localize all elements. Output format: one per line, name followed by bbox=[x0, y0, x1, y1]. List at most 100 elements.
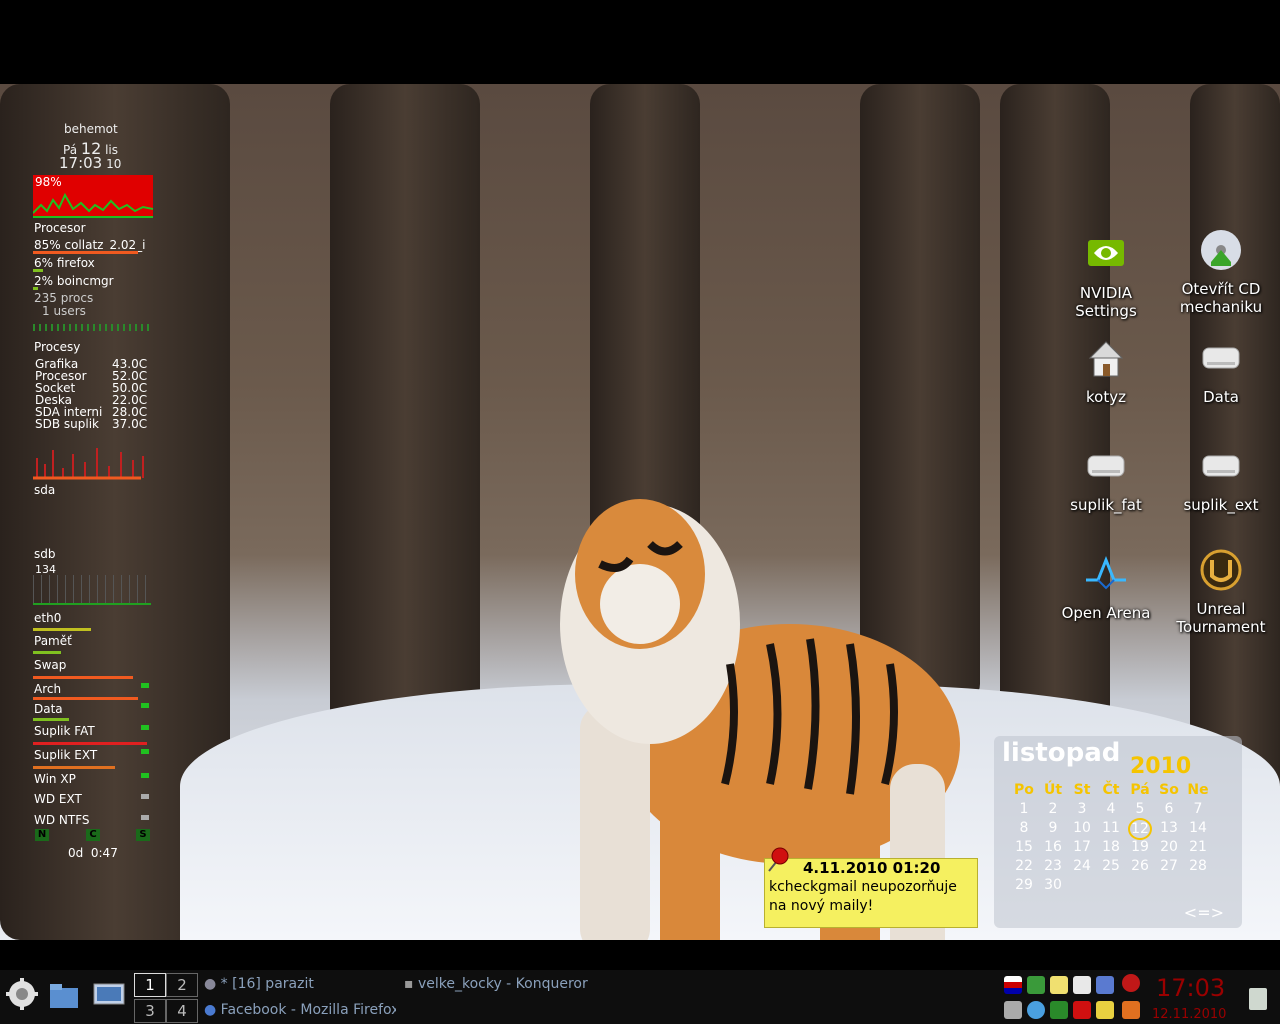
unreal-icon bbox=[1200, 549, 1242, 591]
eth-bar bbox=[33, 628, 91, 631]
memory-label: Paměť bbox=[34, 634, 72, 648]
disk-mount-icon[interactable] bbox=[1050, 1001, 1068, 1019]
uptime: 0d 0:47 bbox=[68, 846, 118, 860]
icon-label: mechaniku bbox=[1179, 298, 1263, 316]
calendar-day[interactable]: 4 bbox=[1097, 801, 1125, 817]
sdb-graph bbox=[33, 575, 151, 605]
trash-icon[interactable] bbox=[1249, 988, 1267, 1010]
weekday-header: St bbox=[1073, 782, 1091, 798]
sda-graph bbox=[33, 448, 144, 480]
calendar-day[interactable]: 16 bbox=[1039, 839, 1067, 855]
sticky-note[interactable]: 4.11.2010 01:20 kcheckgmail neupozorňuje… bbox=[764, 847, 978, 928]
desktop-icon-unreal-tournament[interactable]: Unreal Tournament bbox=[1166, 548, 1276, 636]
desktop-icon-nvidia[interactable]: NVIDIA Settings bbox=[1051, 232, 1161, 320]
top-bar bbox=[33, 251, 138, 254]
calendar-today[interactable]: 12 bbox=[1128, 818, 1152, 840]
calendar-day[interactable]: 19 bbox=[1126, 839, 1154, 855]
desktop-2-button[interactable]: 2 bbox=[166, 973, 198, 997]
show-desktop-icon[interactable] bbox=[92, 982, 126, 1010]
disk-bar bbox=[33, 676, 133, 679]
calendar-day[interactable]: 21 bbox=[1184, 839, 1212, 855]
calendar-day[interactable]: 13 bbox=[1155, 820, 1183, 836]
calendar-day[interactable]: 11 bbox=[1097, 820, 1125, 836]
taskbar-clock[interactable]: 17:03 bbox=[1156, 974, 1225, 1002]
calendar-day[interactable]: 25 bbox=[1097, 858, 1125, 874]
calendar-day[interactable]: 27 bbox=[1155, 858, 1183, 874]
taskbar-date: 12.11.2010 bbox=[1152, 1007, 1227, 1022]
top-process-3: 2% boincmgr bbox=[34, 274, 114, 288]
calendar-day[interactable]: 2 bbox=[1039, 801, 1067, 817]
calendar-day[interactable]: 9 bbox=[1039, 820, 1067, 836]
calendar-day[interactable]: 5 bbox=[1126, 801, 1154, 817]
clipboard-icon[interactable] bbox=[1073, 976, 1091, 994]
calendar-day[interactable]: 1 bbox=[1010, 801, 1038, 817]
desktop-switch-icon[interactable] bbox=[1096, 976, 1114, 994]
disk-led bbox=[141, 749, 149, 754]
calendar-day[interactable]: 17 bbox=[1068, 839, 1096, 855]
desktop-icon-suplik-ext[interactable]: suplik_ext bbox=[1166, 444, 1276, 514]
calendar-day[interactable]: 7 bbox=[1184, 801, 1212, 817]
note-line: kcheckgmail neupozorňuje bbox=[769, 879, 957, 895]
calendar-day[interactable]: 18 bbox=[1097, 839, 1125, 855]
calendar-day[interactable]: 26 bbox=[1126, 858, 1154, 874]
calendar-day[interactable]: 23 bbox=[1039, 858, 1067, 874]
sticky-notes-icon[interactable] bbox=[1096, 1001, 1114, 1019]
top-bar bbox=[33, 269, 43, 272]
desktop-icon-suplik-fat[interactable]: suplik_fat bbox=[1051, 444, 1161, 514]
file-manager-icon[interactable] bbox=[48, 982, 80, 1010]
calendar-nav[interactable]: <=> bbox=[1184, 903, 1224, 922]
calendar-day[interactable]: 29 bbox=[1010, 877, 1038, 893]
volume-icon[interactable] bbox=[1004, 1001, 1022, 1019]
notes-icon[interactable] bbox=[1050, 976, 1068, 994]
chat-icon: ● bbox=[204, 976, 217, 992]
disk-bar bbox=[33, 697, 138, 700]
desktop-icon-kotyz[interactable]: kotyz bbox=[1051, 336, 1161, 406]
disk-led bbox=[141, 815, 149, 820]
boinc-icon[interactable] bbox=[1122, 1001, 1140, 1019]
desktop-1-button[interactable]: 1 bbox=[134, 973, 166, 997]
calendar-day[interactable]: 14 bbox=[1184, 820, 1212, 836]
desktop-icon-open-cd[interactable]: Otevřít CD mechaniku bbox=[1166, 228, 1276, 316]
desktop-icon-open-arena[interactable]: Open Arena bbox=[1051, 552, 1161, 622]
task-firefox[interactable]: ● Facebook - Mozilla Firefox bbox=[204, 1002, 396, 1018]
calendar-day[interactable]: 3 bbox=[1068, 801, 1096, 817]
disk-led bbox=[141, 703, 149, 708]
calendar-day[interactable]: 30 bbox=[1039, 877, 1067, 893]
desktop-4-button[interactable]: 4 bbox=[166, 999, 198, 1023]
note-line: na nový maily! bbox=[769, 898, 874, 914]
power-icon[interactable] bbox=[1122, 974, 1140, 992]
kde-menu-icon[interactable] bbox=[6, 978, 38, 1010]
network-icon[interactable] bbox=[1027, 976, 1045, 994]
icon-label: suplik_ext bbox=[1183, 496, 1259, 514]
procs-graph bbox=[33, 324, 151, 331]
desktop-3-button[interactable]: 3 bbox=[134, 999, 166, 1023]
conky-time: 17:03 10 bbox=[59, 156, 122, 171]
gmail-icon[interactable] bbox=[1073, 1001, 1091, 1019]
calendar-day[interactable]: 8 bbox=[1010, 820, 1038, 836]
nvidia-icon bbox=[1088, 240, 1124, 266]
weekday-header: Po bbox=[1014, 782, 1034, 798]
drive-icon bbox=[1202, 455, 1240, 477]
calendar-day[interactable]: 20 bbox=[1155, 839, 1183, 855]
calendar-day[interactable]: 10 bbox=[1068, 820, 1096, 836]
calendar-day[interactable]: 22 bbox=[1010, 858, 1038, 874]
conky-seconds: 10 bbox=[106, 157, 122, 171]
disk-bar bbox=[33, 742, 147, 745]
weekday-header: Pá bbox=[1130, 782, 1150, 798]
calendar-day[interactable]: 24 bbox=[1068, 858, 1096, 874]
desktop-icon-data[interactable]: Data bbox=[1166, 336, 1276, 406]
icon-label: Tournament bbox=[1176, 618, 1266, 636]
calendar-day[interactable]: 28 bbox=[1184, 858, 1212, 874]
keyboard-layout-icon[interactable] bbox=[1004, 976, 1022, 994]
swap-label: Swap bbox=[34, 658, 67, 672]
calendar-day[interactable]: 15 bbox=[1010, 839, 1038, 855]
calendar-day[interactable]: 6 bbox=[1155, 801, 1183, 817]
chat-tray-icon[interactable] bbox=[1027, 1001, 1045, 1019]
task-parazit[interactable]: ● * [16] parazit bbox=[204, 976, 394, 992]
note-title: 4.11.2010 01:20 bbox=[803, 859, 941, 877]
users-count: 1 users bbox=[42, 304, 86, 318]
weekday-header: Út bbox=[1043, 782, 1063, 798]
top-process-2: 6% firefox bbox=[34, 256, 95, 270]
numlock-indicator: N bbox=[35, 829, 49, 841]
task-konqueror[interactable]: ▪ velke_kocky - Konqueror bbox=[404, 976, 598, 992]
